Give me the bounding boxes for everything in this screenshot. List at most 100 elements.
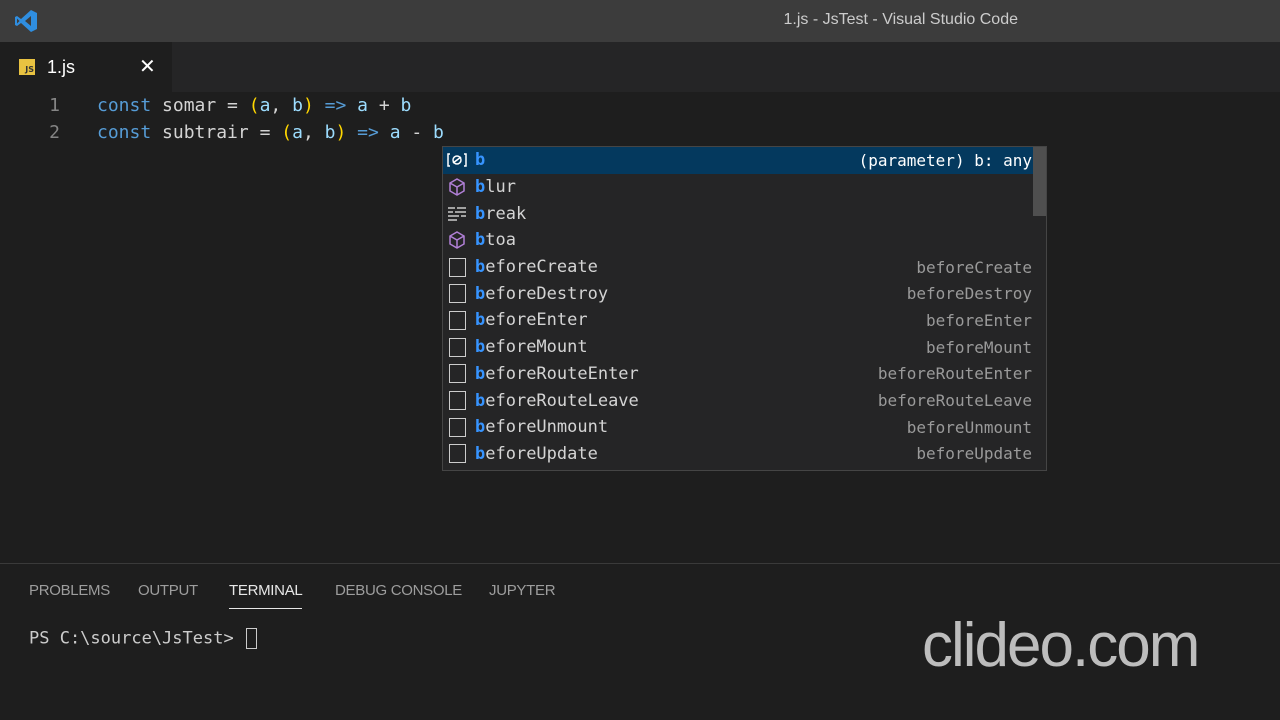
- code-token: -: [400, 122, 434, 143]
- suggestion-detail: (parameter) b: any: [858, 150, 1032, 170]
- code-token: =: [248, 122, 282, 143]
- suggestion-match: b: [475, 150, 486, 171]
- tab-1js[interactable]: JS 1.js ✕: [0, 42, 172, 92]
- suggestion-label: eforeMount: [485, 337, 588, 358]
- code-token: a: [292, 122, 303, 143]
- javascript-file-icon: JS: [19, 59, 35, 75]
- suggestion-match: b: [475, 443, 486, 464]
- suggestion-label: eforeRouteLeave: [485, 390, 639, 411]
- code-token: a: [259, 95, 271, 116]
- suggestion-label: eforeUnmount: [485, 417, 609, 438]
- code-token: b: [324, 122, 336, 143]
- suggestion-match: b: [475, 337, 486, 358]
- suggestion-match: b: [475, 177, 486, 198]
- tab-problems[interactable]: PROBLEMS: [29, 582, 110, 599]
- snippet-icon: [447, 444, 467, 464]
- suggestion-item[interactable]: b eforeMount beforeMount: [443, 334, 1046, 361]
- code-token: b: [292, 95, 303, 116]
- code-token: b: [400, 95, 412, 116]
- suggestion-item[interactable]: b lur: [443, 174, 1046, 201]
- suggestion-label: eforeCreate: [485, 257, 598, 278]
- code-token: const: [97, 122, 152, 143]
- suggestion-item[interactable]: b eforeRouteLeave beforeRouteLeave: [443, 387, 1046, 414]
- suggestion-match: b: [475, 230, 486, 251]
- tab-bar: JS 1.js ✕: [0, 42, 1280, 92]
- code-token: somar: [162, 95, 217, 116]
- code-token: =>: [324, 95, 347, 116]
- watermark: clideo.com: [922, 611, 1200, 680]
- suggestion-item[interactable]: b eforeRouteEnter beforeRouteEnter: [443, 361, 1046, 388]
- code-token: ): [302, 95, 314, 116]
- code-token: a: [357, 95, 369, 116]
- code-token: a: [389, 122, 401, 143]
- suggestion-detail: beforeUpdate: [916, 444, 1032, 464]
- suggestion-item[interactable]: b eforeDestroy beforeDestroy: [443, 280, 1046, 307]
- code-token: =>: [357, 122, 379, 143]
- suggestion-detail: beforeEnter: [926, 310, 1032, 330]
- suggestion-match: b: [475, 310, 486, 331]
- suggestion-match: b: [475, 203, 486, 224]
- suggestion-item[interactable]: b (parameter) b: any: [443, 147, 1046, 174]
- snippet-icon: [447, 337, 467, 357]
- suggestion-item[interactable]: b eforeUnmount beforeUnmount: [443, 414, 1046, 441]
- keyword-icon: [447, 204, 467, 224]
- suggestion-item[interactable]: b toa: [443, 227, 1046, 254]
- code-token: ,: [270, 95, 293, 116]
- code-line[interactable]: 1 const somar = (a, b) => a + b: [0, 92, 1280, 119]
- suggestion-detail: beforeDestroy: [906, 284, 1032, 304]
- suggestion-match: b: [475, 257, 486, 278]
- suggestion-label: eforeEnter: [485, 310, 588, 331]
- code-token: (: [281, 122, 293, 143]
- snippet-icon: [447, 310, 467, 330]
- tab-output[interactable]: OUTPUT: [138, 582, 198, 599]
- suggestion-match: b: [475, 390, 486, 411]
- title-bar: 1.js - JsTest - Visual Studio Code: [0, 0, 1280, 42]
- suggestion-detail: beforeCreate: [916, 257, 1032, 277]
- tab-label: 1.js: [47, 56, 76, 77]
- suggestion-match: b: [475, 417, 486, 438]
- code-text: const subtrair = (a, b) => a - b: [97, 119, 444, 146]
- snippet-icon: [447, 417, 467, 437]
- line-number: 1: [49, 95, 60, 116]
- code-token: subtrair: [162, 122, 249, 143]
- suggestion-detail: beforeRouteLeave: [877, 391, 1032, 411]
- tab-terminal[interactable]: TERMINAL: [229, 582, 303, 609]
- suggestion-item[interactable]: b eforeCreate beforeCreate: [443, 254, 1046, 281]
- code-line[interactable]: 2 const subtrair = (a, b) => a - b: [0, 119, 1280, 146]
- suggestion-label: reak: [485, 203, 527, 224]
- suggestion-item[interactable]: b eforeUpdate beforeUpdate: [443, 441, 1046, 468]
- suggestion-match: b: [475, 283, 486, 304]
- snippet-icon: [447, 284, 467, 304]
- window-title: 1.js - JsTest - Visual Studio Code: [783, 11, 1018, 28]
- suggestion-item[interactable]: b reak: [443, 200, 1046, 227]
- suggest-widget: b (parameter) b: any b lur b reak b toa b eforeCr…: [442, 146, 1047, 471]
- snippet-icon: [447, 257, 467, 277]
- suggestion-label: toa: [485, 230, 516, 251]
- code-token: =: [216, 95, 249, 116]
- code-token: (: [248, 95, 260, 116]
- module-icon: [447, 177, 467, 197]
- code-token: ,: [302, 122, 325, 143]
- module-icon: [447, 230, 467, 250]
- snippet-icon: [447, 391, 467, 411]
- suggestion-detail: beforeMount: [926, 337, 1032, 357]
- code-token: b: [433, 122, 444, 143]
- code-token: ): [335, 122, 347, 143]
- suggestion-label: eforeRouteEnter: [485, 363, 639, 384]
- suggestion-match: b: [475, 363, 486, 384]
- tab-jupyter[interactable]: JUPYTER: [489, 582, 556, 599]
- terminal[interactable]: PS C:\source\JsTest>: [29, 628, 257, 649]
- line-number: 2: [49, 122, 60, 143]
- tab-debug-console[interactable]: DEBUG CONSOLE: [335, 582, 462, 599]
- suggest-scrollbar[interactable]: [1033, 147, 1046, 216]
- suggestion-item[interactable]: b eforeEnter beforeEnter: [443, 307, 1046, 334]
- code-token: const: [97, 95, 152, 116]
- close-icon[interactable]: ✕: [139, 54, 156, 78]
- code-text: const somar = (a, b) => a + b: [97, 92, 411, 119]
